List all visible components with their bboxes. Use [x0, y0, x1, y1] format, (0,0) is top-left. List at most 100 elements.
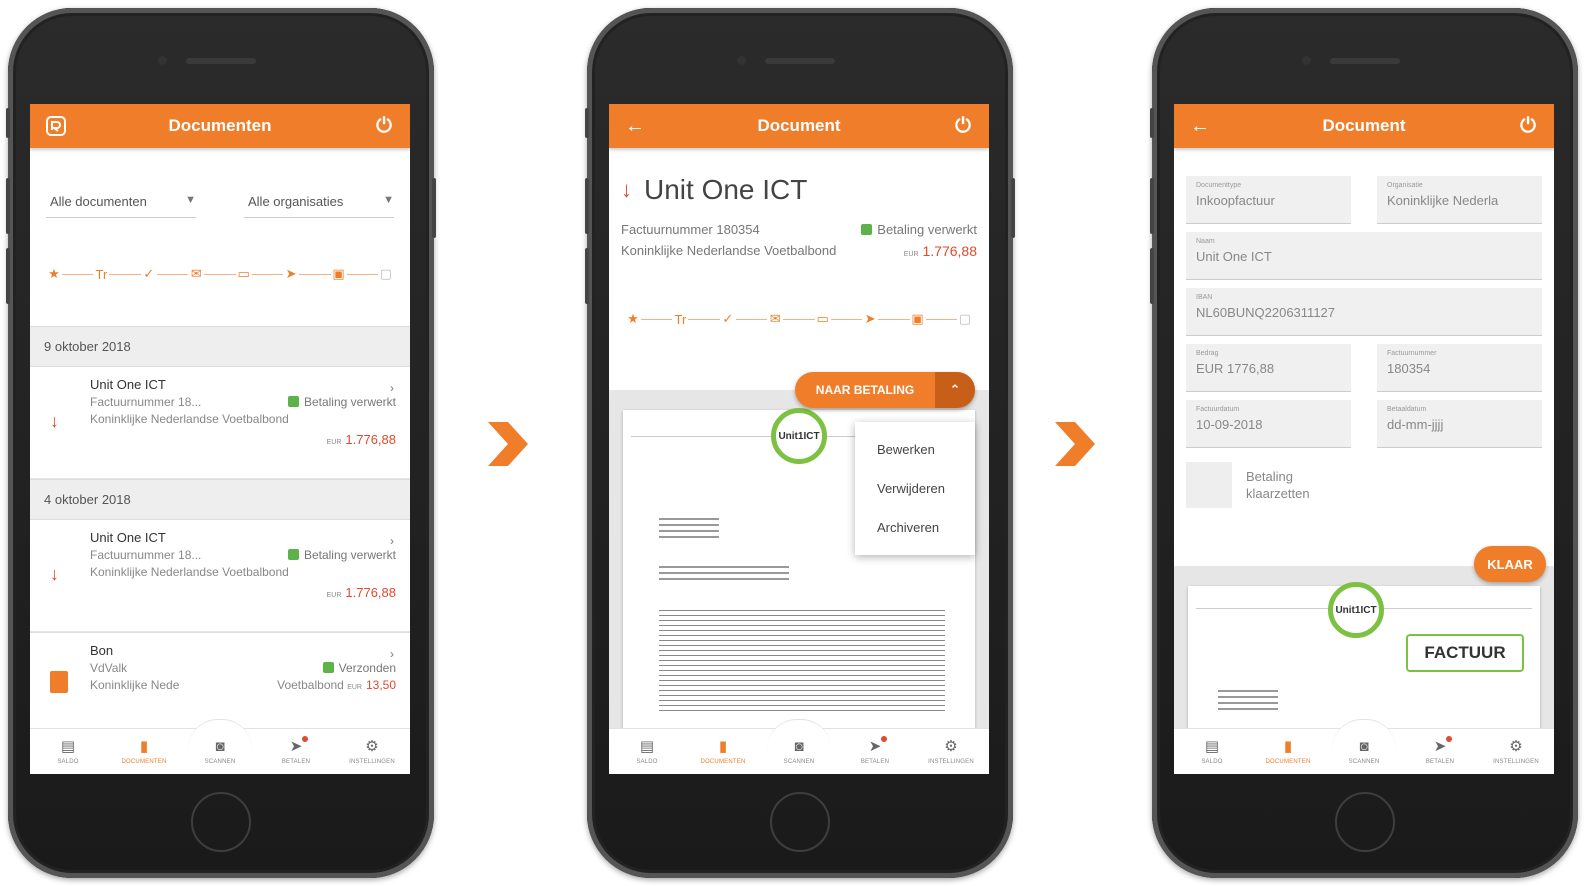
check-icon[interactable]: ✓ — [141, 266, 157, 282]
organisations-filter-select[interactable]: Alle organisaties ▼ — [244, 188, 394, 218]
timeline-line — [346, 273, 378, 275]
camera-icon: ◙ — [794, 738, 804, 755]
documents-filter-select[interactable]: Alle documenten ▼ — [46, 188, 196, 218]
timeline-line — [641, 318, 673, 320]
tab-instellingen[interactable]: ⚙ INSTELLINGEN — [1481, 738, 1551, 765]
status-text: Betaling verwerkt — [303, 548, 396, 562]
status-badge: Betaling verwerkt — [287, 395, 396, 409]
tab-betalen[interactable]: ➤ BETALEN — [261, 736, 331, 765]
tab-label: INSTELLINGEN — [928, 759, 974, 765]
timeline-line — [62, 273, 94, 275]
status-badge: Betaling verwerkt — [287, 548, 396, 562]
tab-saldo[interactable]: ▤ SALDO — [33, 738, 103, 765]
to-payment-button[interactable]: NAAR BETALING ⌃ — [795, 372, 975, 408]
back-arrow-icon[interactable]: ← — [623, 114, 647, 138]
address-block — [1218, 690, 1278, 712]
name-field[interactable]: Naam Unit One ICT — [1186, 232, 1542, 280]
document-name: Bon — [90, 643, 114, 658]
tab-documenten[interactable]: ▮ DOCUMENTEN — [109, 738, 179, 765]
tab-saldo[interactable]: ▤ SALDO — [1177, 738, 1247, 765]
tab-scannen[interactable]: ◙ SCANNEN — [764, 738, 834, 765]
tab-betalen[interactable]: ➤ BETALEN — [840, 736, 910, 765]
document-name: Unit One ICT — [90, 530, 166, 545]
power-icon[interactable]: ⏻ — [951, 114, 975, 138]
star-icon[interactable]: ★ — [625, 311, 641, 327]
bank-icon[interactable]: ▣ — [331, 266, 347, 282]
organisation-name-tail-text: Voetbalbond — [277, 678, 344, 692]
mail-icon[interactable]: ✉ — [188, 266, 204, 282]
chevron-up-icon[interactable]: ⌃ — [935, 372, 975, 408]
tab-saldo[interactable]: ▤ SALDO — [612, 738, 682, 765]
check-icon[interactable]: ✓ — [720, 311, 736, 327]
field-value: 10-09-2018 — [1196, 417, 1263, 432]
field-label: Factuurnummer — [1387, 350, 1437, 357]
tab-label: SCANNEN — [204, 759, 236, 765]
gear-icon: ⚙ — [1509, 738, 1523, 755]
done-button[interactable]: KLAAR — [1474, 546, 1546, 582]
field-value: Koninklijke Nederla — [1387, 193, 1499, 208]
text-icon[interactable]: Tr — [93, 267, 109, 282]
menu-item-edit[interactable]: Bewerken — [855, 430, 975, 469]
notification-dot — [302, 736, 309, 742]
menu-item-delete[interactable]: Verwijderen — [855, 469, 975, 508]
send-icon[interactable]: ➤ — [283, 266, 299, 282]
page-title: Document — [1322, 116, 1406, 135]
field-value: dd-mm-jjjj — [1387, 417, 1444, 432]
app-logo-icon[interactable] — [44, 114, 68, 138]
menu-item-archive[interactable]: Archiveren — [855, 508, 975, 547]
field-value: Unit One ICT — [1196, 249, 1272, 264]
tab-scannen[interactable]: ◙ SCANNEN — [1329, 738, 1399, 765]
archive-icon[interactable]: ▢ — [378, 266, 394, 282]
bank-icon[interactable]: ▣ — [910, 311, 926, 327]
date-section-header: 9 oktober 2018 — [30, 326, 410, 367]
wallet-icon: ▤ — [60, 738, 76, 755]
power-icon[interactable]: ⏻ — [372, 114, 396, 138]
card-icon[interactable]: ▭ — [815, 311, 831, 327]
document-list-item[interactable]: ↓ Unit One ICT › Factuurnummer 18... Bet… — [30, 367, 410, 479]
prepare-payment-checkbox[interactable] — [1186, 462, 1232, 508]
document-heading: ↓ Unit One ICT — [609, 148, 989, 206]
mail-icon[interactable]: ✉ — [767, 311, 783, 327]
wallet-icon: ▤ — [1204, 738, 1220, 755]
organisation-name: Koninklijke Nede — [90, 678, 180, 692]
amount-value: 1.776,88 — [345, 432, 396, 447]
status-text: Betaling verwerkt — [877, 222, 977, 237]
tab-documenten[interactable]: ▮ DOCUMENTEN — [688, 738, 758, 765]
logo-text: Unit1ICT — [778, 430, 820, 442]
invoice-date-field[interactable]: Factuurdatum 10-09-2018 — [1186, 400, 1351, 448]
organisation-name: Koninklijke Nederlandse Voetbalbond — [90, 412, 289, 426]
send-icon[interactable]: ➤ — [862, 311, 878, 327]
tab-label: BETALEN — [281, 759, 311, 765]
tab-label: DOCUMENTEN — [700, 759, 746, 765]
screen-documents: Documenten ⏻ Alle documenten ▼ Alle orga… — [30, 104, 410, 774]
document-line: Factuurnummer 18... Betaling verwerkt — [90, 548, 396, 562]
invoice-number-field[interactable]: Factuurnummer 180354 — [1377, 344, 1542, 392]
tab-betalen[interactable]: ➤ BETALEN — [1405, 736, 1475, 765]
document-list-item[interactable]: ↓ Unit One ICT › Factuurnummer 18... Bet… — [30, 520, 410, 632]
back-arrow-icon[interactable]: ← — [1188, 114, 1212, 138]
mail-icon — [322, 662, 334, 673]
organisation-field[interactable]: Organisatie Koninklijke Nederla — [1377, 176, 1542, 224]
app-bar: Documenten ⏻ — [30, 104, 410, 148]
text-icon[interactable]: Tr — [672, 312, 688, 327]
field-value: Inkoopfactuur — [1196, 193, 1275, 208]
archive-icon[interactable]: ▢ — [957, 311, 973, 327]
power-icon[interactable]: ⏻ — [1516, 114, 1540, 138]
meta-row: Koninklijke Nederlandse Voetbalbond EUR 1… — [621, 243, 977, 259]
incoming-arrow-icon: ↓ — [621, 177, 632, 202]
company-logo: Unit1ICT — [771, 408, 827, 464]
tab-instellingen[interactable]: ⚙ INSTELLINGEN — [337, 738, 407, 765]
iban-field[interactable]: IBAN NL60BUNQ2206311127 — [1186, 288, 1542, 336]
tab-instellingen[interactable]: ⚙ INSTELLINGEN — [916, 738, 986, 765]
amount-field[interactable]: Bedrag EUR 1776,88 — [1186, 344, 1351, 392]
tab-label: BETALEN — [1425, 759, 1455, 765]
payment-date-field[interactable]: Betaaldatum dd-mm-jjjj — [1377, 400, 1542, 448]
send-icon: ➤ — [869, 736, 888, 756]
star-icon[interactable]: ★ — [46, 266, 62, 282]
tab-documenten[interactable]: ▮ DOCUMENTEN — [1253, 738, 1323, 765]
tab-scannen[interactable]: ◙ SCANNEN — [185, 738, 255, 765]
phone-side-button — [585, 178, 589, 234]
status-filter-timeline: ★ Tr ✓ ✉ ▭ ➤ ▣ ▢ — [30, 266, 410, 282]
card-icon[interactable]: ▭ — [236, 266, 252, 282]
document-type-field[interactable]: Documenttype Inkoopfactuur — [1186, 176, 1351, 224]
